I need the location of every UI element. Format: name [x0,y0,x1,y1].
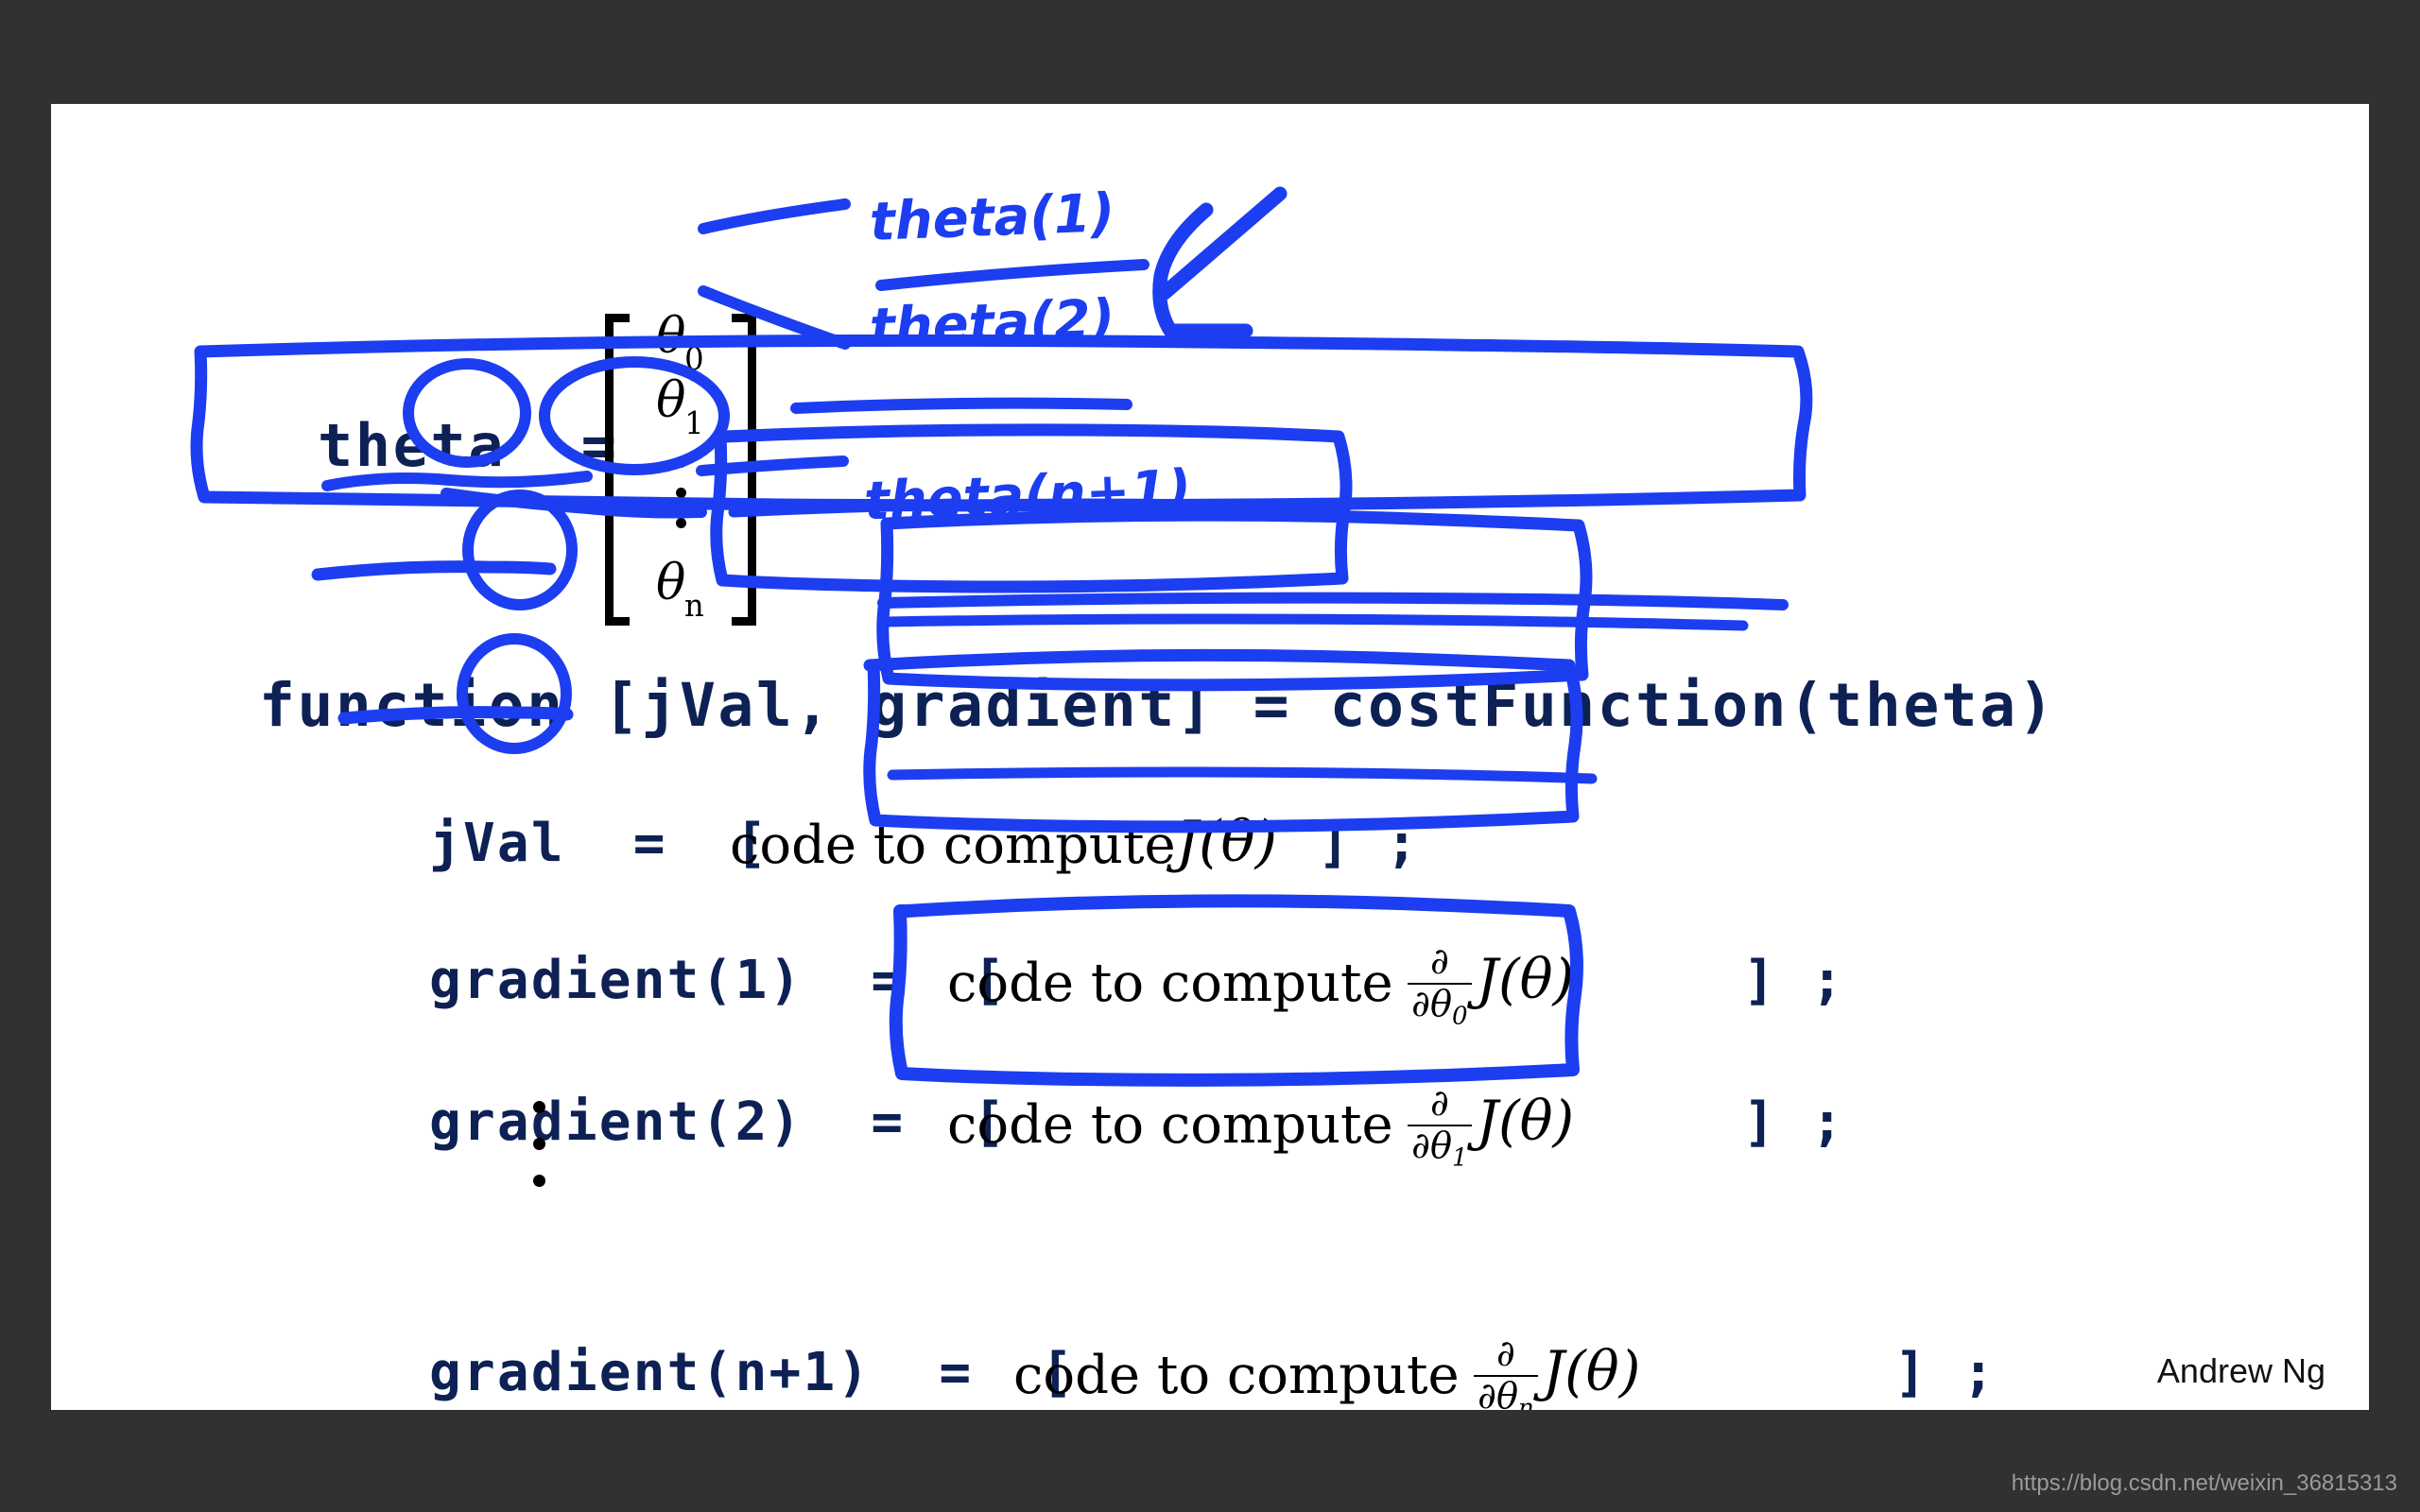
cost-J: J(θ) [1476,947,1575,1012]
matrix-row-theta1: θ1 [605,372,756,441]
gradient2-partial-expression: ∂ ∂θ1 J(θ) [1403,1084,1575,1172]
partial-denominator-sub: n [1517,1394,1534,1410]
ellipsis-dot [532,1175,545,1187]
theta-subscript: n [683,588,704,625]
jval-prose: code to compute [730,815,1176,876]
cost-J: J(θ) [1476,1089,1575,1154]
code-vertical-ellipsis [482,1101,596,1207]
theta-symbol: θ [656,308,686,365]
gradientn1-rhs: ] ; [1894,1342,1996,1403]
arrow-line [1157,186,1288,301]
theta-subscript: 1 [684,405,704,442]
presentation-slide: theta = θ0 θ1 θn theta(1) theta(2) theta… [51,104,2369,1410]
underline-annotation-theta1 [875,259,1150,291]
matrix-row-theta0: θ0 [605,308,756,377]
partial-denominator: ∂θ0 [1408,985,1473,1030]
gradientn1-partial-expression: ∂ ∂θn J(θ) [1469,1334,1641,1410]
partial-fraction: ∂ ∂θ1 [1407,1084,1473,1172]
box-gradient1-expression [876,508,1593,692]
partial-denominator-prefix: ∂θ [1411,1124,1452,1167]
partial-numerator: ∂ [1473,1334,1539,1377]
theta-symbol: θ [655,555,686,611]
partial-fraction: ∂ ∂θ0 [1407,942,1473,1030]
author-credit: Andrew Ng [2156,1351,2325,1390]
partial-fraction: ∂ ∂θn [1473,1334,1539,1410]
underline-costfunction [790,397,1132,414]
watermark-url: https://blog.csdn.net/weixin_36815313 [2011,1470,2397,1496]
cost-J: J(θ) [1542,1339,1641,1404]
theta-label: theta = [318,411,619,480]
gradient2-prose: code to compute [947,1094,1393,1156]
gradient1-rhs: ] ; [1743,950,1845,1011]
ellipsis-dot [532,1138,545,1150]
annotation-theta-2: theta(2) [868,288,1116,359]
arrow-shaft-curve [1152,202,1214,346]
theta-symbol: θ [656,372,686,429]
gradient1-prose: code to compute [947,953,1393,1014]
gradientn1-prose: code to compute [1013,1345,1460,1406]
strike-line-gradient1 [877,592,1789,610]
ellipsis-dot [675,518,686,528]
gradient1-lhs: gradient(1) = [ [429,950,1008,1011]
annotation-theta-1: theta(1) [868,182,1116,253]
blue-ink-annotation-layer [190,186,1813,1087]
ellipsis-dot [675,457,686,468]
underline-gradient1 [311,560,557,581]
gradient2-rhs: ] ; [1743,1091,1845,1153]
screen-root: theta = θ0 θ1 θn theta(1) theta(2) theta… [0,0,2420,1512]
matrix-vertical-ellipsis [605,457,756,548]
theta-column-vector: θ0 θ1 θn [605,308,756,626]
circle-gradient-index-1 [462,490,578,610]
ellipsis-dot [532,1101,545,1113]
ellipsis-dot [675,488,686,498]
stray-stroke-gradient1 [881,613,1749,631]
gradient1-partial-expression: ∂ ∂θ0 J(θ) [1403,942,1575,1030]
partial-numerator: ∂ [1407,1084,1473,1126]
jval-cost-J: J(θ) [1176,809,1277,875]
partial-denominator: ∂θn [1474,1377,1539,1410]
partial-denominator-sub: 1 [1451,1143,1468,1173]
partial-denominator-prefix: ∂θ [1411,982,1452,1025]
partial-denominator: ∂θ1 [1408,1126,1473,1172]
jval-rhs: ] ; [1318,813,1420,874]
annotation-theta-n-plus-1: theta(n+1) [862,458,1193,533]
gradientn1-lhs: gradient(n+1) = [ [429,1342,1076,1403]
matrix-row-thetan: θn [605,555,756,624]
leader-theta0 [698,198,851,234]
function-signature: function [jVal, gradient] = costFunction… [259,671,2057,740]
partial-denominator-prefix: ∂θ [1478,1374,1518,1410]
partial-denominator-sub: 0 [1451,1002,1468,1031]
jval-lhs: jVal = [ [429,813,769,874]
stray-stroke-gradient2 [887,766,1598,784]
partial-numerator: ∂ [1407,942,1473,985]
